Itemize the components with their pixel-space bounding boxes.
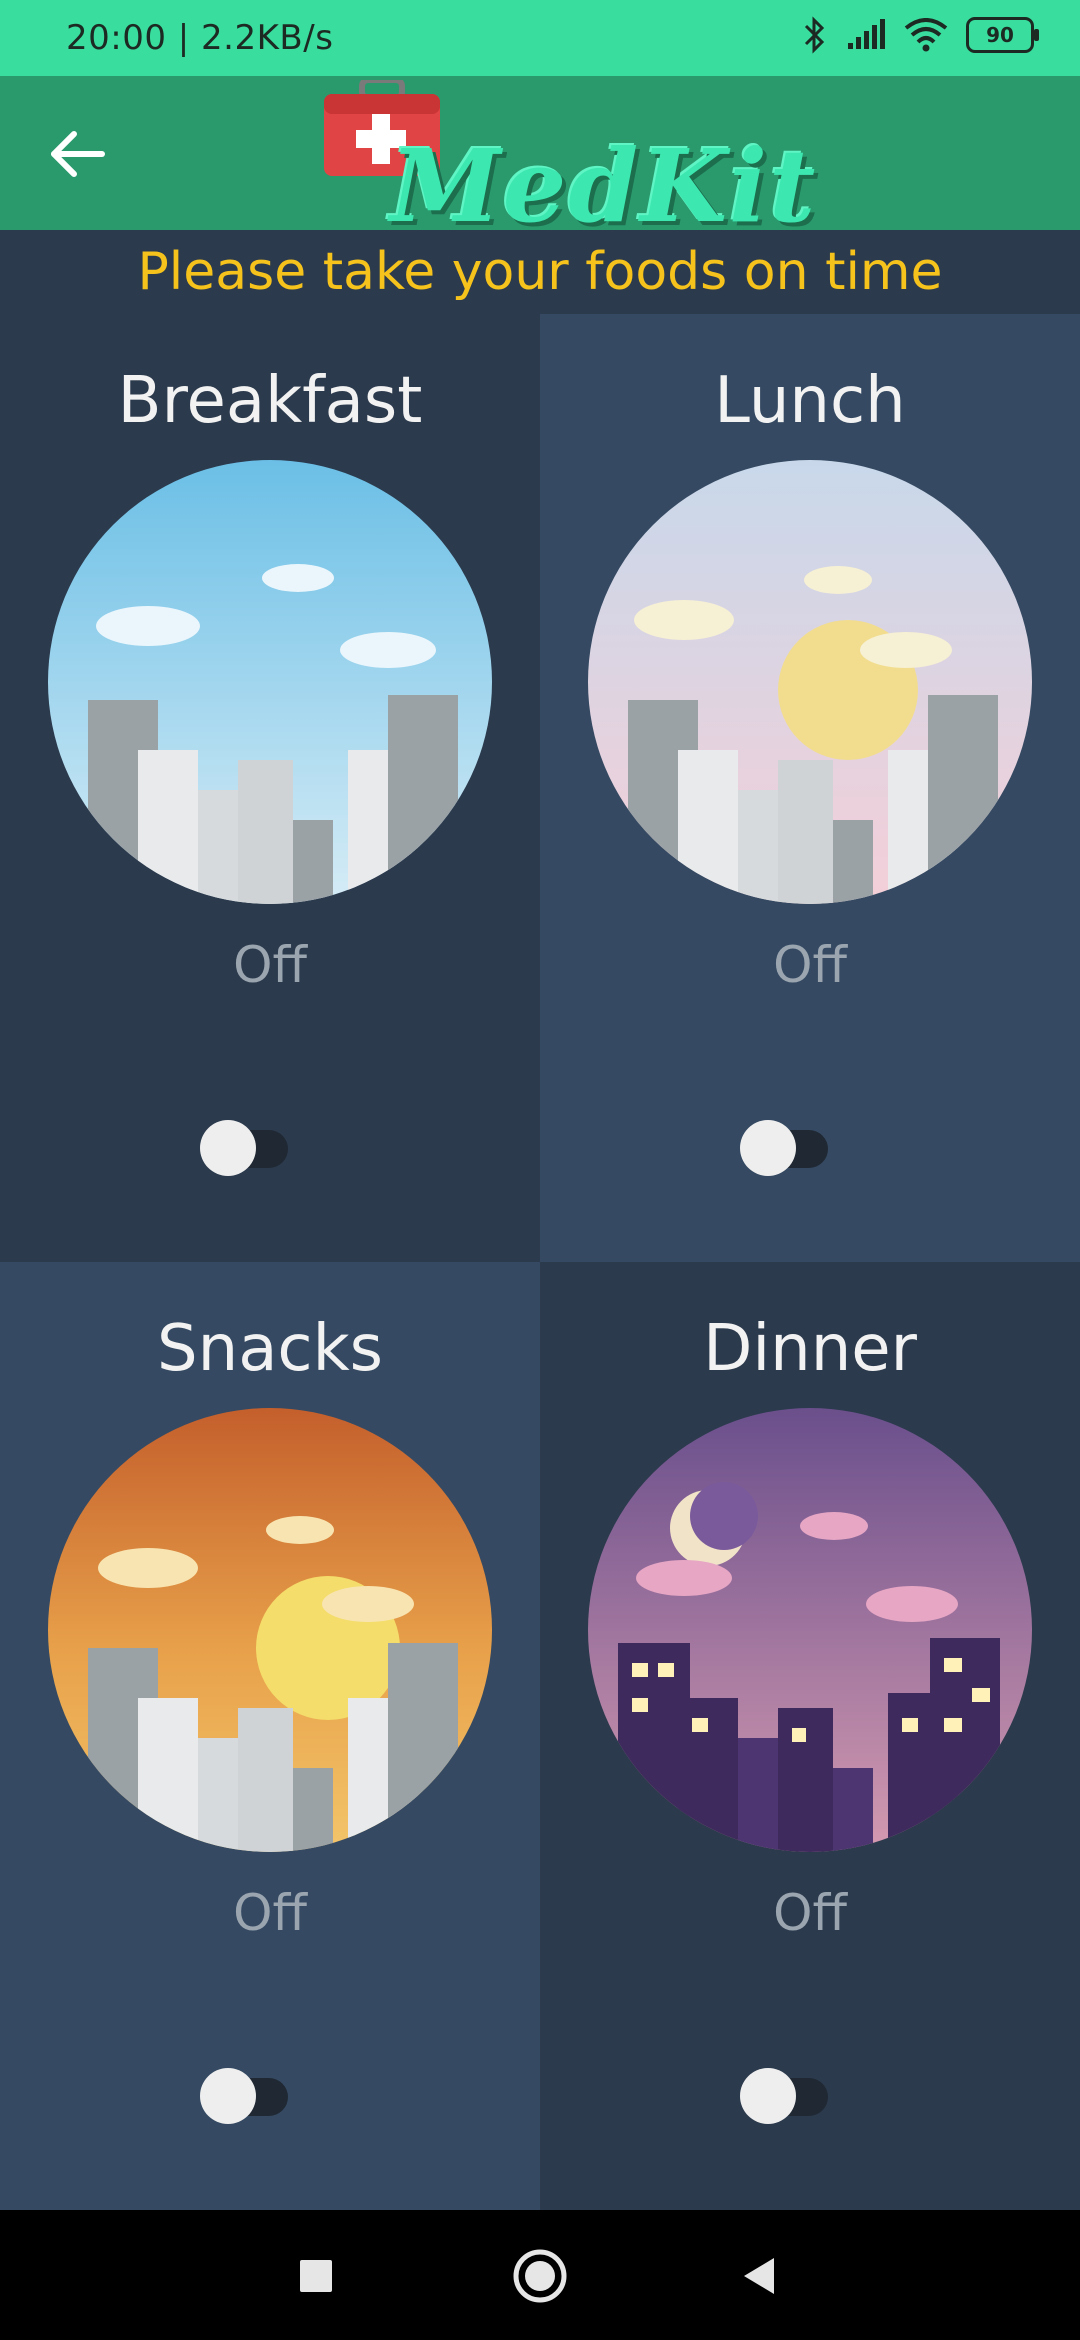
system-nav-bar (0, 2210, 1080, 2340)
meal-title: Breakfast (117, 364, 423, 438)
wifi-icon (904, 18, 948, 52)
app-bar: MedKit (0, 76, 1080, 236)
meal-status-text: Off (233, 1884, 307, 1942)
back-triangle-icon[interactable] (730, 2244, 794, 2308)
toggle-knob (200, 2068, 256, 2124)
app-logo-text: MedKit (390, 127, 818, 245)
recents-square-icon[interactable] (284, 2244, 348, 2308)
breakfast-toggle[interactable] (200, 1114, 290, 1176)
status-bar: 20:00 | 2.2KB/s 90 (0, 0, 1080, 76)
bluetooth-icon (804, 16, 825, 54)
noon-city-illustration (588, 460, 1032, 904)
meal-title: Lunch (714, 364, 906, 438)
signal-icon (848, 19, 885, 49)
toggle-knob (200, 1120, 256, 1176)
meal-status-text: Off (233, 936, 307, 994)
meal-card-lunch: Lunch Off (540, 314, 1080, 1262)
morning-city-illustration (48, 460, 492, 904)
lunch-toggle[interactable] (740, 1114, 830, 1176)
battery-level: 90 (986, 23, 1014, 47)
meal-title: Dinner (703, 1312, 917, 1386)
night-city-illustration (588, 1408, 1032, 1852)
meal-status-text: Off (773, 936, 847, 994)
afternoon-city-illustration (48, 1408, 492, 1852)
status-time-speed: 20:00 | 2.2KB/s (66, 18, 334, 58)
dinner-toggle[interactable] (740, 2062, 830, 2124)
meal-status-text: Off (773, 1884, 847, 1942)
banner-text: Please take your foods on time (137, 242, 943, 302)
snacks-toggle[interactable] (200, 2062, 290, 2124)
battery-icon: 90 (966, 17, 1039, 53)
status-icons: 90 (802, 16, 1039, 54)
meal-title: Snacks (157, 1312, 383, 1386)
meal-card-dinner: Dinner Off (540, 1262, 1080, 2210)
home-circle-icon[interactable] (508, 2244, 572, 2308)
toggle-knob (740, 2068, 796, 2124)
banner: Please take your foods on time (0, 230, 1080, 314)
meal-card-snacks: Snacks Off (0, 1262, 540, 2210)
arrow-left-icon[interactable] (46, 126, 110, 182)
meal-card-breakfast: Breakfast Off (0, 314, 540, 1262)
toggle-knob (740, 1120, 796, 1176)
